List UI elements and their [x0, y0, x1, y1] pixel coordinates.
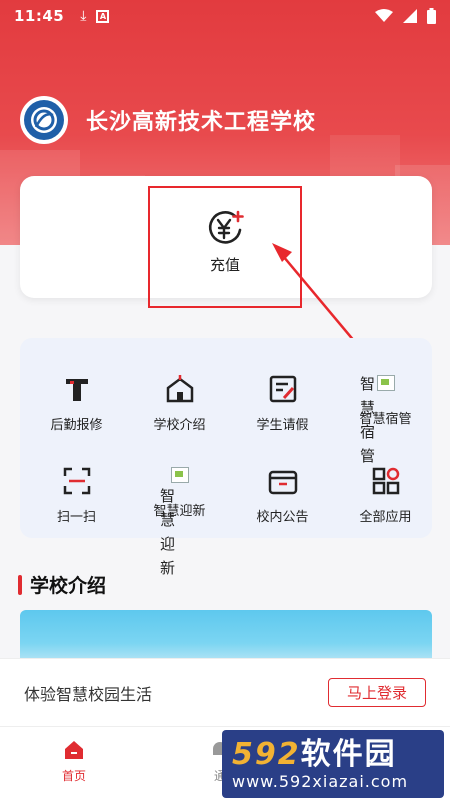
battery-icon — [427, 8, 436, 24]
broken-image-alt-text: 智慧宿管 — [360, 375, 376, 465]
service-school-intro[interactable]: 学校介绍 — [128, 348, 231, 438]
section-title-bar — [18, 574, 22, 595]
service-scan[interactable]: 扫一扫 — [25, 440, 128, 530]
recharge-label: 充值 — [209, 256, 240, 274]
service-repair[interactable]: 后勤报修 — [25, 348, 128, 438]
broken-image-alt-text: 智慧迎新 — [160, 487, 176, 577]
login-button[interactable]: 马上登录 — [327, 678, 426, 707]
all-apps-icon — [369, 464, 403, 498]
school-name: 长沙高新技术工程学校 — [86, 110, 317, 135]
school-header: 长沙高新技术工程学校 — [20, 96, 316, 144]
status-bar: 11:45 ⤓ A — [0, 0, 450, 32]
watermark-logo: 592软件园 www.592xiazai.com — [222, 730, 444, 798]
wifi-icon — [375, 9, 393, 22]
tab-home[interactable]: 首页 — [44, 739, 104, 784]
leave-form-icon — [266, 372, 300, 406]
school-banner-image[interactable] — [20, 610, 432, 665]
recharge-button[interactable]: 充值 — [148, 186, 302, 308]
login-prompt: 体验智慧校园生活 — [24, 684, 153, 704]
service-all-apps[interactable]: 全部应用 — [334, 440, 437, 530]
signal-icon — [403, 9, 417, 23]
school-logo — [20, 96, 68, 144]
service-notice[interactable]: 校内公告 — [231, 440, 334, 530]
app-notification-icon: A — [96, 9, 110, 23]
service-smart-welcome[interactable]: 智慧迎新 — [128, 440, 231, 530]
login-bar: 体验智慧校园生活 马上登录 — [0, 658, 450, 726]
section-title: 学校介绍 — [18, 571, 106, 598]
home-icon — [65, 741, 83, 759]
service-leave[interactable]: 学生请假 — [231, 348, 334, 438]
school-building-icon — [163, 372, 197, 406]
hammer-icon — [60, 372, 94, 406]
scan-icon — [60, 464, 94, 498]
service-smart-dorm[interactable]: 智慧宿管 — [334, 348, 437, 438]
download-icon: ⤓ — [80, 8, 87, 24]
recharge-yen-icon — [208, 210, 244, 244]
status-time: 11:45 — [14, 7, 65, 25]
notice-board-icon — [266, 464, 300, 498]
